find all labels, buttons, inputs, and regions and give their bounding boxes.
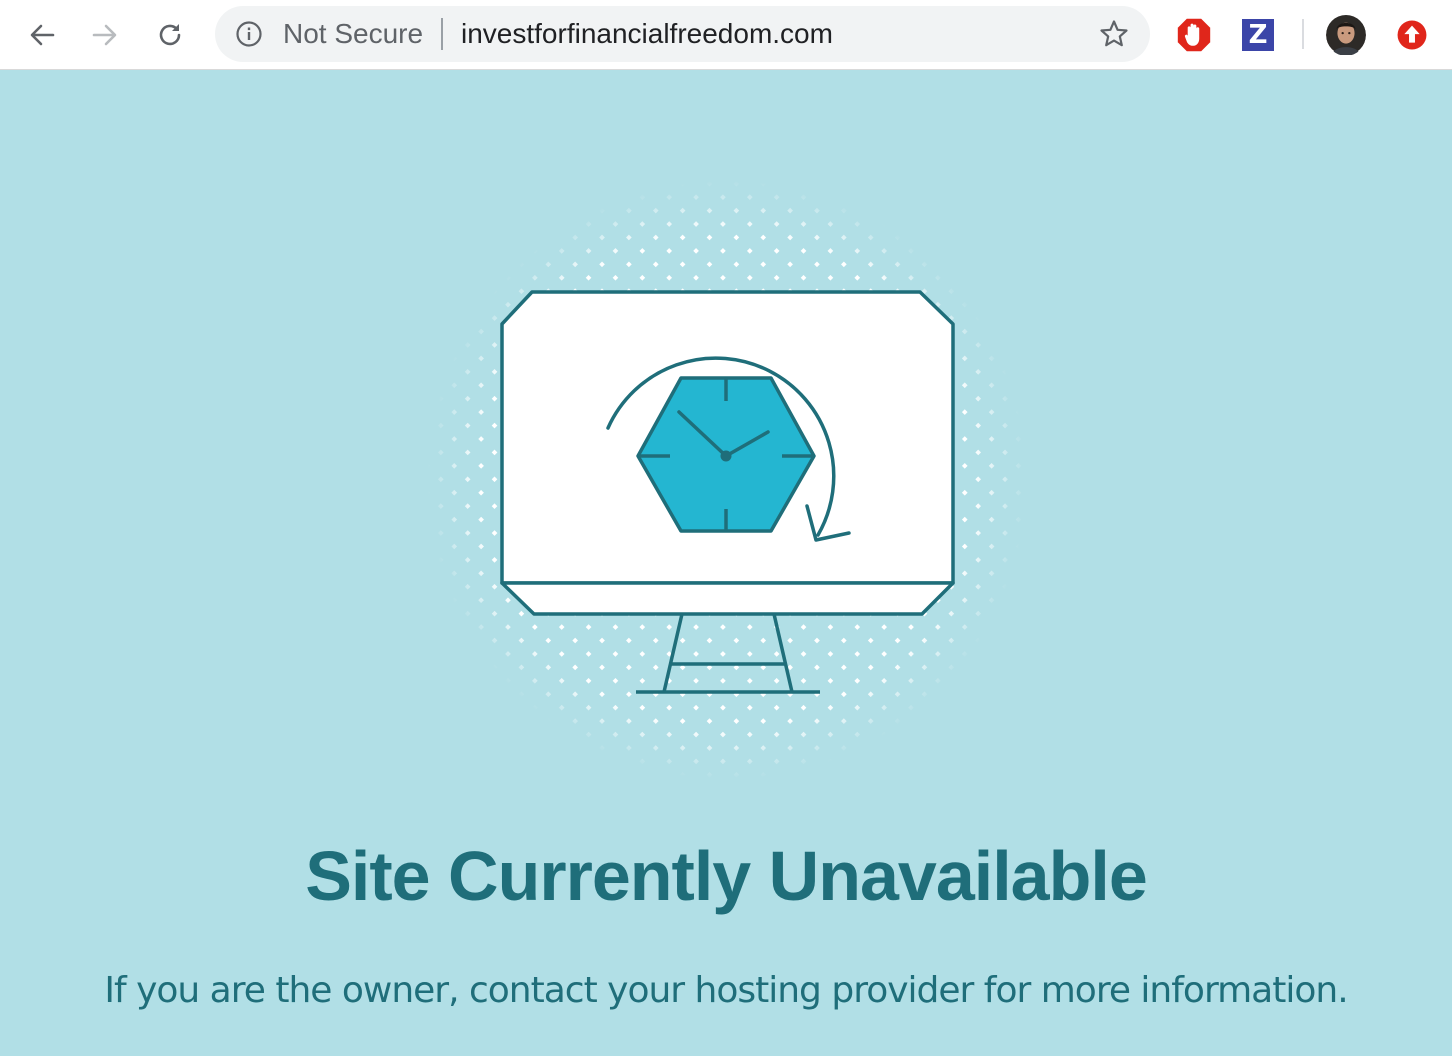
z-extension-button[interactable]: Z: [1238, 15, 1278, 55]
arrow-left-icon: [30, 24, 55, 46]
star-icon[interactable]: [1098, 18, 1130, 50]
url-text[interactable]: investforfinancialfreedom.com: [461, 19, 833, 49]
address-divider: [441, 18, 443, 50]
adblock-extension-button[interactable]: [1174, 15, 1214, 55]
security-status-label[interactable]: Not Secure: [283, 19, 423, 49]
reload-button[interactable]: [147, 12, 193, 58]
info-icon[interactable]: [235, 20, 263, 48]
upload-icon: [1397, 20, 1427, 50]
monitor-clock-illustration: [427, 180, 1027, 780]
address-bar[interactable]: Not Secure investforfinancialfreedom.com: [215, 6, 1150, 62]
z-extension-icon: Z: [1242, 19, 1274, 51]
page-title: Site Currently Unavailable: [305, 837, 1148, 915]
profile-avatar: [1326, 15, 1366, 55]
owner-message: If you are the owner, contact your hosti…: [104, 970, 1348, 1011]
adblock-icon: [1177, 18, 1211, 52]
toolbar-separator: [1302, 19, 1304, 49]
arrow-right-icon: [92, 24, 117, 46]
reload-icon: [159, 24, 181, 46]
upload-extension-button[interactable]: [1392, 15, 1432, 55]
back-button[interactable]: [19, 12, 65, 58]
profile-button[interactable]: [1326, 15, 1366, 55]
forward-button[interactable]: [82, 12, 128, 58]
browser-toolbar: Not Secure investforfinancialfreedom.com…: [0, 0, 1452, 70]
